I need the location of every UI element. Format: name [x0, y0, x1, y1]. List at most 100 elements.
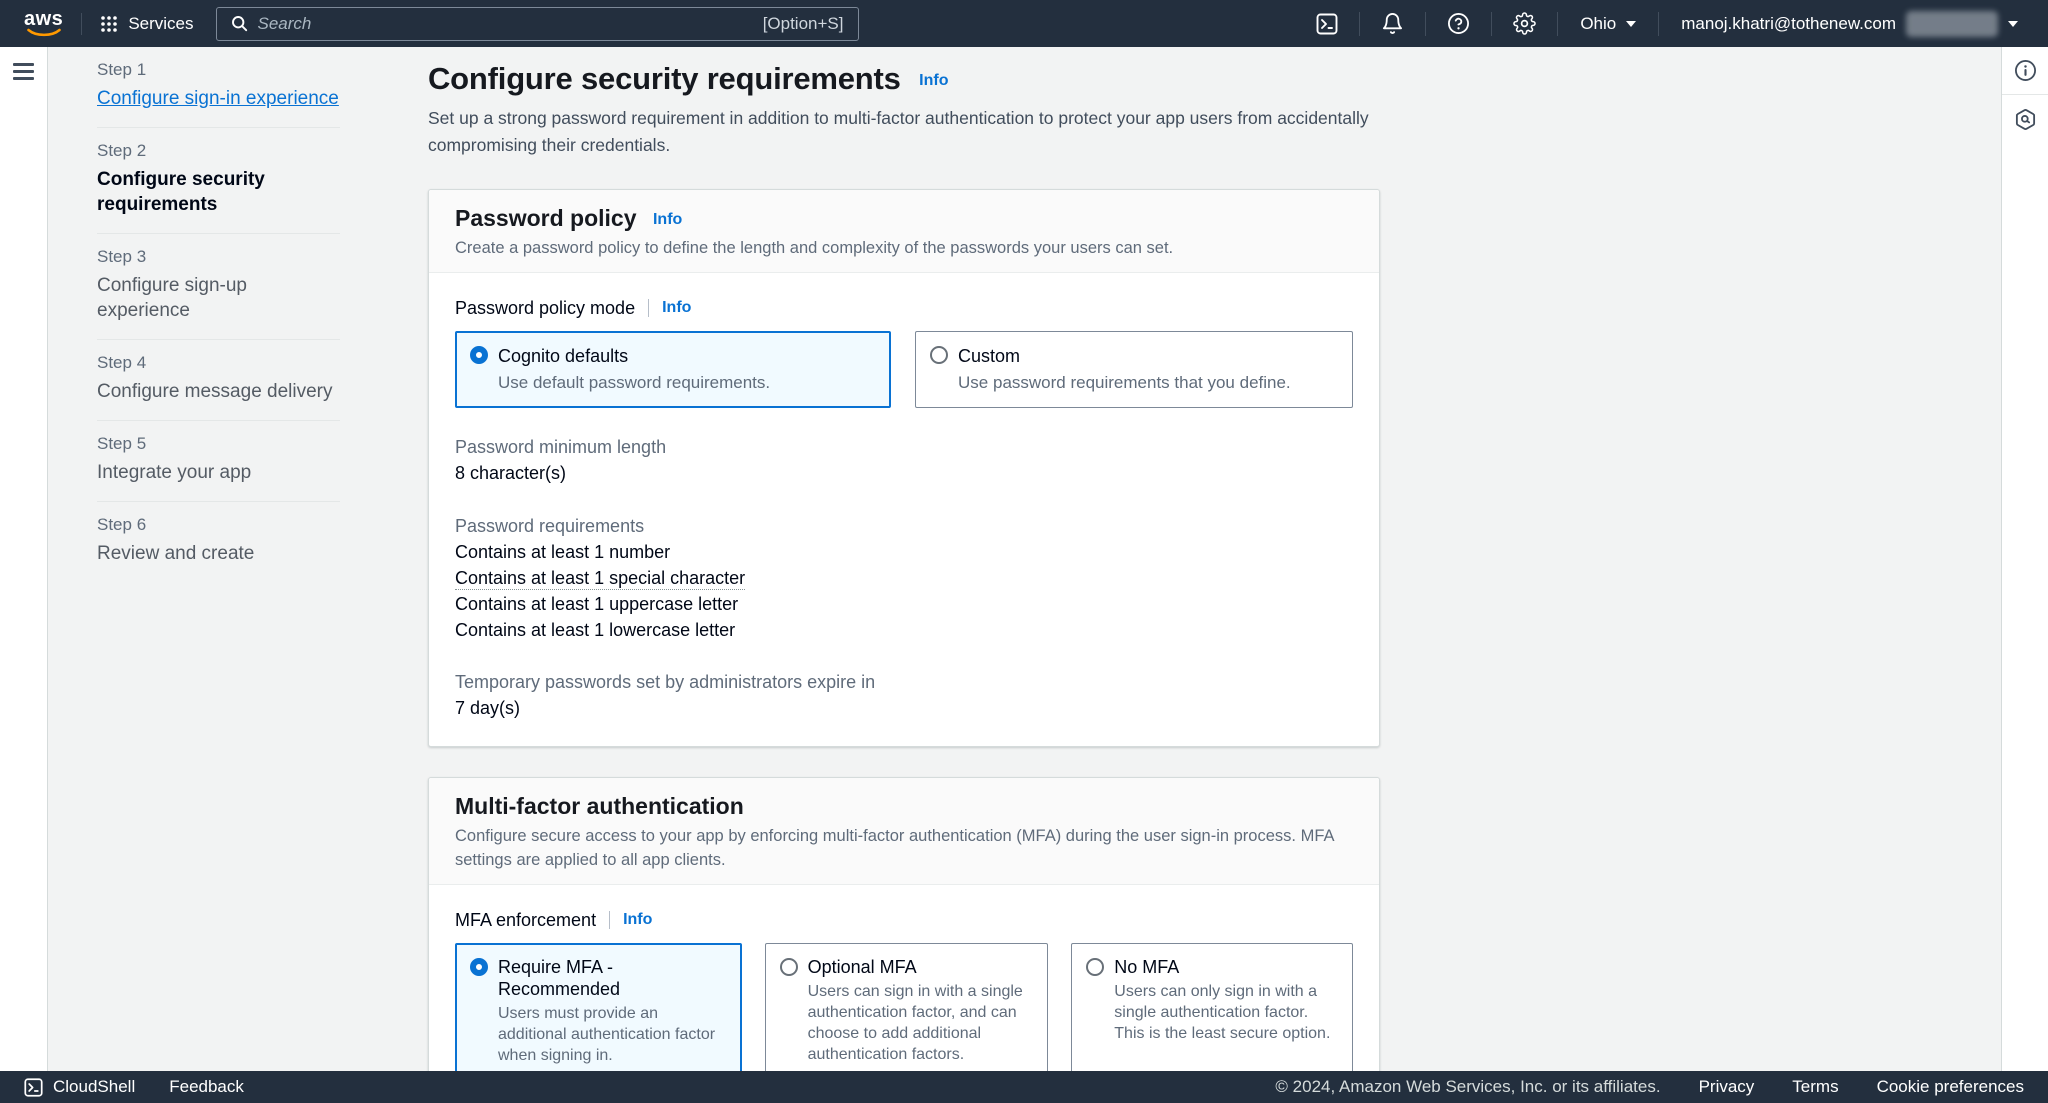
privacy-link[interactable]: Privacy — [1699, 1077, 1755, 1097]
tile-description: Users can sign in with a single authenti… — [807, 983, 1023, 1063]
field-value: 7 day(s) — [455, 698, 521, 718]
radio-selected-icon[interactable] — [470, 346, 488, 364]
account-menu[interactable]: manoj.khatri@tothenew.com — [1659, 10, 2036, 37]
footer-bar: CloudShell Feedback © 2024, Amazon Web S… — [0, 1071, 2048, 1103]
radio-unselected-icon[interactable] — [779, 958, 798, 976]
step-label: Step 1 — [97, 60, 147, 79]
cloudshell-label: CloudShell — [53, 1077, 136, 1096]
services-menu-button[interactable]: Services — [100, 13, 194, 34]
content-area: Step 1 Configure sign-in experience Step… — [48, 47, 2000, 1071]
step-review-and-create: Review and create — [97, 543, 255, 564]
requirement-item-tooltip: Contains at least 1 special character — [455, 568, 746, 590]
mfa-body: MFA enforcement Info Require MFA - Recom… — [429, 885, 1379, 1071]
page-info-link[interactable]: Info — [919, 72, 948, 89]
feedback-button[interactable]: Feedback — [169, 1077, 244, 1097]
bell-icon — [1383, 13, 1403, 34]
radio-tile-optional-mfa[interactable]: Optional MFA Users can sign in with a si… — [764, 943, 1049, 1071]
wizard-step-2: Step 2 Configure security requirements — [97, 128, 340, 234]
wizard-step-3: Step 3 Configure sign-up experience — [97, 234, 340, 340]
aws-smile-icon — [26, 28, 61, 37]
password-policy-mode-label: Password policy mode — [455, 298, 636, 318]
tile-title: Cognito defaults — [498, 346, 629, 366]
tile-description: Use default password requirements. — [498, 373, 771, 392]
wizard-step-4: Step 4 Configure message delivery — [97, 340, 340, 421]
top-navigation-bar: aws Services Search [Option+S] Ohio mano… — [0, 0, 2048, 47]
radio-tile-cognito-defaults[interactable]: Cognito defaults Use default password re… — [455, 331, 892, 408]
wizard-step-1: Step 1 Configure sign-in experience — [97, 47, 340, 128]
side-navigation-strip — [0, 47, 48, 1071]
resources-panel-button[interactable] — [2002, 95, 2048, 143]
step-link-configure-sign-in[interactable]: Configure sign-in experience — [97, 86, 340, 111]
region-label: Ohio — [1580, 13, 1617, 33]
cloudshell-terminal-icon — [1316, 13, 1338, 34]
topbar-divider — [81, 12, 83, 35]
search-placeholder: Search — [257, 13, 312, 33]
wizard-step-6: Step 6 Review and create — [97, 502, 340, 582]
footer-cloudshell-button[interactable]: CloudShell — [24, 1077, 135, 1097]
search-shortcut-hint: [Option+S] — [762, 13, 844, 33]
requirement-item: Contains at least 1 lowercase letter — [455, 620, 736, 640]
mfa-title: Multi-factor authentication — [455, 793, 744, 819]
password-policy-info-link[interactable]: Info — [653, 211, 682, 228]
tile-description: Use password requirements that you defin… — [958, 373, 1291, 392]
radio-tile-custom[interactable]: Custom Use password requirements that yo… — [915, 331, 1353, 408]
radio-selected-icon[interactable] — [470, 958, 488, 976]
page-description: Set up a strong password requirement in … — [428, 108, 1369, 155]
step-label: Step 6 — [97, 515, 147, 534]
region-selector[interactable]: Ohio — [1558, 14, 1658, 34]
mfa-enforcement-label: MFA enforcement — [455, 910, 597, 930]
cookie-preferences-link[interactable]: Cookie preferences — [1877, 1077, 2024, 1097]
tile-title: No MFA — [1114, 957, 1180, 977]
gear-icon — [1513, 12, 1537, 35]
user-email: manoj.khatri@tothenew.com — [1681, 13, 1896, 33]
cloudshell-button[interactable] — [1295, 13, 1359, 35]
services-label: Services — [128, 13, 194, 33]
password-policy-mode-info-link[interactable]: Info — [662, 297, 691, 319]
notifications-button[interactable] — [1360, 12, 1425, 35]
tile-description: Users can only sign in with a single aut… — [1114, 983, 1331, 1042]
mfa-enforcement-info-link[interactable]: Info — [623, 909, 652, 931]
password-policy-header: Password policy Info Create a password p… — [429, 190, 1379, 273]
radio-unselected-icon[interactable] — [1086, 958, 1105, 976]
step-current-configure-security: Configure security requirements — [97, 169, 265, 215]
field-label: Password requirements — [455, 516, 645, 536]
info-icon — [2014, 60, 2036, 81]
password-policy-body: Password policy mode Info Cognito defaul… — [429, 273, 1379, 746]
search-input[interactable]: Search [Option+S] — [215, 6, 859, 41]
step-configure-message-delivery: Configure message delivery — [97, 381, 333, 402]
help-circle-icon — [1448, 13, 1470, 34]
page-title: Configure security requirements — [428, 61, 901, 96]
help-button[interactable] — [1426, 12, 1491, 35]
radio-tile-no-mfa[interactable]: No MFA Users can only sign in with a sin… — [1071, 943, 1353, 1071]
hamburger-menu-button[interactable] — [13, 63, 34, 84]
aws-logo[interactable]: aws — [24, 9, 63, 37]
help-tools-panel — [2001, 47, 2048, 1071]
field-label: Temporary passwords set by administrator… — [455, 672, 876, 692]
label-divider — [648, 299, 650, 317]
step-integrate-your-app: Integrate your app — [97, 462, 252, 483]
field-label: Password minimum length — [455, 437, 667, 457]
wizard-step-5: Step 5 Integrate your app — [97, 421, 340, 502]
terms-link[interactable]: Terms — [1792, 1077, 1838, 1097]
label-divider — [609, 911, 611, 929]
password-policy-description: Create a password policy to define the l… — [455, 239, 1174, 257]
resources-hexagon-icon — [2015, 108, 2035, 130]
temporary-password-expiry-field: Temporary passwords set by administrator… — [455, 669, 1353, 722]
step-label: Step 3 — [97, 247, 147, 266]
radio-tile-require-mfa[interactable]: Require MFA - Recommended Users must pro… — [455, 943, 742, 1071]
cloudshell-terminal-icon — [24, 1077, 43, 1097]
info-panel-button[interactable] — [2002, 47, 2048, 95]
chevron-down-icon — [1626, 20, 1637, 27]
settings-button[interactable] — [1492, 12, 1557, 35]
tile-title: Custom — [958, 346, 1021, 366]
step-label: Step 2 — [97, 141, 147, 160]
wizard-steps-nav: Step 1 Configure sign-in experience Step… — [97, 47, 340, 582]
password-minimum-length-field: Password minimum length 8 character(s) — [455, 434, 1353, 487]
mfa-header: Multi-factor authentication Configure se… — [429, 778, 1379, 885]
step-label: Step 4 — [97, 353, 147, 372]
topbar-right-group: Ohio manoj.khatri@tothenew.com — [1295, 10, 2036, 37]
main-column: Configure security requirements Info Set… — [428, 47, 1380, 1071]
search-icon — [231, 16, 247, 32]
password-policy-card: Password policy Info Create a password p… — [428, 189, 1380, 747]
radio-unselected-icon[interactable] — [930, 346, 949, 364]
